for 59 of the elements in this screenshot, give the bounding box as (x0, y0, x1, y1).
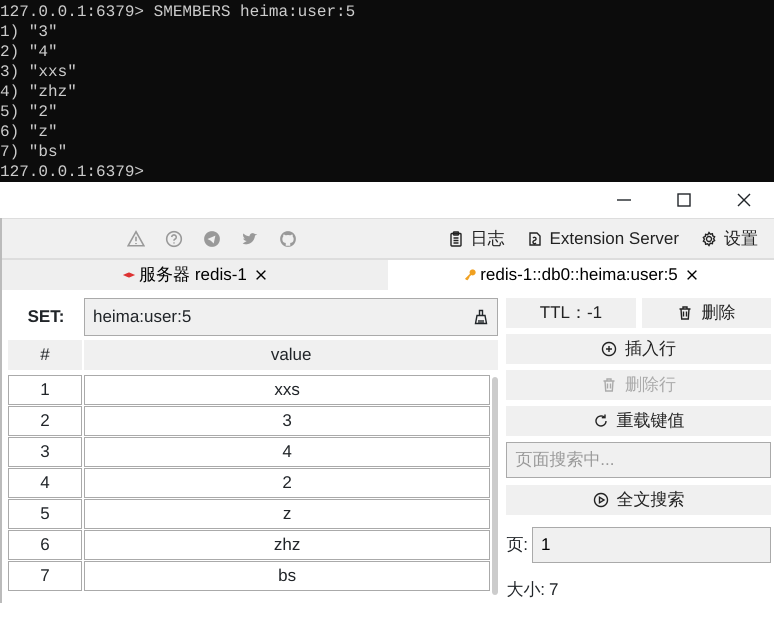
table-cell: 4 (84, 437, 490, 467)
tab[interactable]: 服务器 redis-1 (2, 260, 388, 290)
paper-plane-icon[interactable] (203, 230, 221, 248)
terminal-line: 1) "3" (0, 22, 58, 42)
delete-button[interactable]: 删除 (642, 298, 772, 328)
play-circle-icon (592, 492, 609, 508)
close-icon (736, 192, 752, 208)
terminal-line: 6) "z" (0, 122, 58, 142)
clipboard-icon (448, 230, 464, 246)
table-cell: 2 (8, 406, 82, 436)
table-cell: z (84, 499, 490, 529)
table-cell: zhz (84, 530, 490, 560)
table-cell: 3 (8, 437, 82, 467)
terminal-line: 7) "bs" (0, 142, 68, 162)
terminal-line: 2) "4" (0, 42, 58, 62)
size-value: 7 (549, 579, 558, 601)
page-label: 页: (506, 534, 528, 556)
settings-icon (701, 230, 717, 246)
table-cell: 3 (84, 406, 490, 436)
table-cell: 1 (8, 375, 82, 405)
table-cell: xxs (84, 375, 490, 405)
tab-close-icon[interactable] (254, 268, 268, 282)
size-label: 大小: (506, 579, 545, 601)
reload-icon (592, 413, 609, 429)
terminal-line: 4) "zhz" (0, 82, 77, 102)
column-header[interactable]: value (84, 340, 498, 370)
terminal-line: 3) "xxs" (0, 62, 77, 82)
action-button[interactable]: 插入行 (506, 334, 771, 364)
minimize-icon (617, 199, 631, 201)
toolbar-link[interactable]: 设置 (701, 226, 758, 252)
search-field[interactable]: 页面搜索中... (506, 442, 771, 478)
terminal-line: 127.0.0.1:6379> (0, 162, 144, 182)
table-cell: 4 (8, 468, 82, 498)
maximize-icon (676, 192, 692, 208)
trash-icon (601, 377, 618, 393)
help-icon[interactable] (165, 230, 183, 248)
table-cell: 7 (8, 561, 82, 591)
key-icon (463, 268, 478, 282)
table-cell: 5 (8, 499, 82, 529)
table-cell: 2 (84, 468, 490, 498)
fulltext-search-button[interactable]: 全文搜索 (506, 485, 771, 515)
page-field[interactable]: 1 (532, 527, 771, 563)
toolbar-link[interactable]: 日志 (448, 226, 505, 252)
broom-icon[interactable] (473, 309, 490, 325)
key-type-label: SET: (26, 306, 66, 328)
toolbar-link[interactable]: Extension Server (526, 226, 679, 252)
column-header[interactable]: # (8, 340, 82, 370)
table-cell: 6 (8, 530, 82, 560)
action-button[interactable]: 重载键值 (506, 406, 771, 436)
terminal-line: 5) "2" (0, 102, 58, 122)
plus-circle-icon (601, 341, 618, 357)
warning-icon[interactable] (127, 230, 145, 248)
trash-icon (677, 305, 694, 321)
key-name-field[interactable]: heima:user:5 (84, 298, 498, 336)
tab-close-icon[interactable] (684, 268, 699, 282)
table-cell: bs (84, 561, 490, 591)
scrollbar-thumb[interactable] (492, 377, 498, 595)
terminal-line: 127.0.0.1:6379> SMEMBERS heima:user:5 (0, 2, 356, 22)
ttl-label: TTL：-1 (506, 298, 636, 328)
